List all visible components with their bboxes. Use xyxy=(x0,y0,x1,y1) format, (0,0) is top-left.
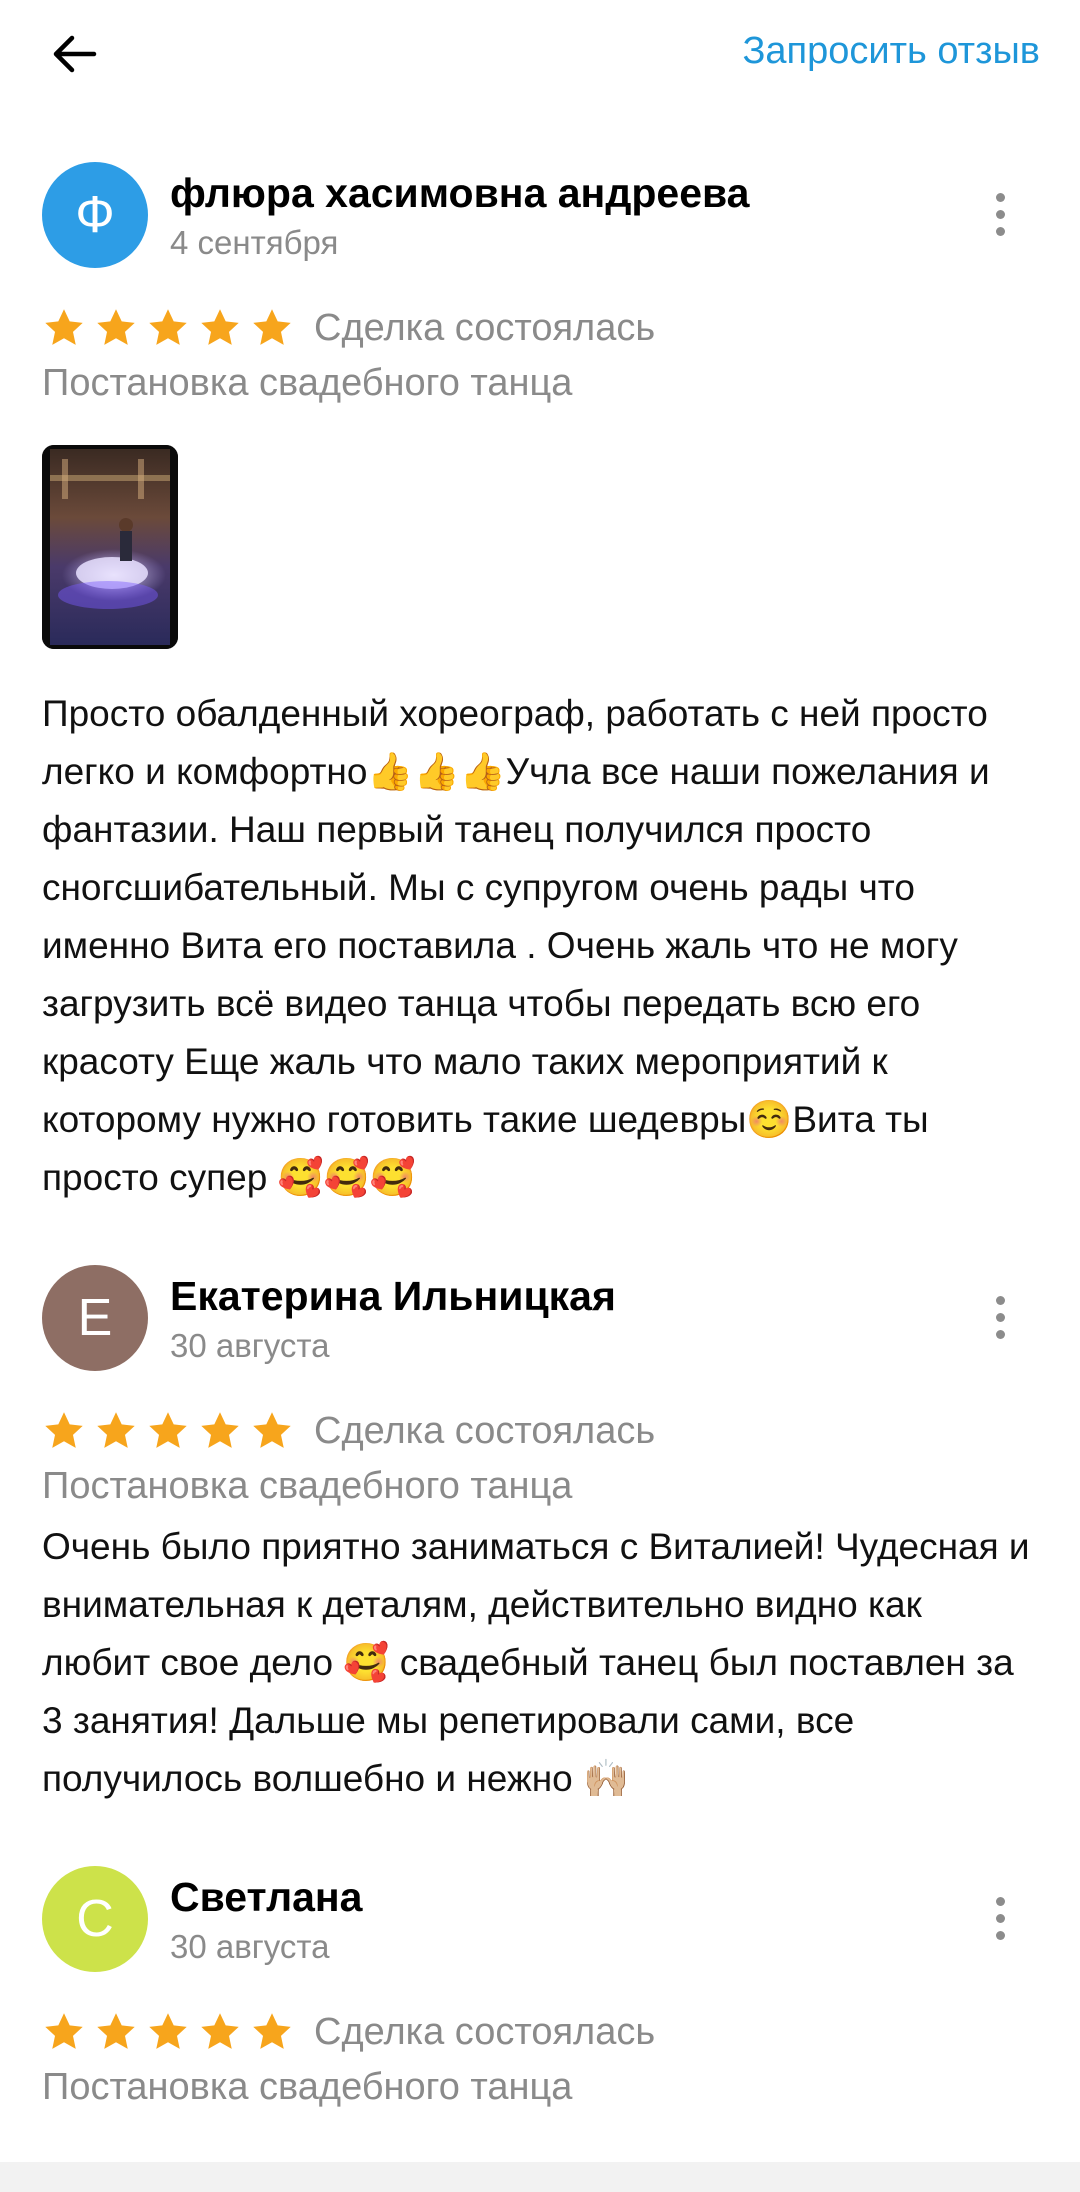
star-rating xyxy=(42,2010,294,2054)
star-icon xyxy=(45,1412,83,1448)
star-icon xyxy=(201,1412,239,1448)
star-icon xyxy=(97,309,135,345)
review-photo-thumbnail[interactable] xyxy=(42,445,178,649)
back-button[interactable] xyxy=(42,22,106,86)
review-card: Е Екатерина Ильницкая 30 августа Сделка … xyxy=(0,1265,1080,1808)
dot-icon xyxy=(995,1896,1005,1906)
star-icon xyxy=(253,2013,291,2049)
arrow-left-icon xyxy=(53,35,97,73)
service-name: Постановка свадебного танца xyxy=(42,1465,573,1507)
dot-icon xyxy=(995,209,1005,219)
dance-photo-image xyxy=(42,445,178,649)
star-icon xyxy=(149,2013,187,2049)
review-header: Е Екатерина Ильницкая 30 августа xyxy=(42,1265,1038,1375)
service-name: Постановка свадебного танца xyxy=(42,362,573,404)
star-icon xyxy=(253,309,291,345)
review-text: Просто обалденный хореограф, работать с … xyxy=(42,693,1000,1198)
star-icon xyxy=(149,1412,187,1448)
dot-icon xyxy=(995,1913,1005,1923)
author-name[interactable]: флюра хасимовна андреева xyxy=(170,170,749,217)
review-date: 30 августа xyxy=(170,1327,330,1364)
star-icon xyxy=(149,309,187,345)
author-name[interactable]: Екатерина Ильницкая xyxy=(170,1273,616,1320)
star-rating xyxy=(42,306,294,350)
avatar[interactable]: Ф xyxy=(42,162,148,268)
review-date: 4 сентября xyxy=(170,224,339,261)
star-rating xyxy=(42,1409,294,1453)
dot-icon xyxy=(995,1329,1005,1339)
review-card: С Светлана 30 августа Сделка состоялась … xyxy=(0,1866,1080,2109)
service-name: Постановка свадебного танца xyxy=(42,2066,573,2108)
deal-status: Сделка состоялась xyxy=(314,306,656,349)
dot-icon xyxy=(995,1295,1005,1305)
dot-icon xyxy=(995,1312,1005,1322)
star-icon xyxy=(253,1412,291,1448)
dot-icon xyxy=(995,1930,1005,1940)
avatar[interactable]: С xyxy=(42,1866,148,1972)
rating-row: Сделка состоялась xyxy=(42,1403,1038,1459)
star-icon xyxy=(201,309,239,345)
more-options-button[interactable] xyxy=(980,184,1020,244)
review-card: Ф флюра хасимовна андреева 4 сентября Сд… xyxy=(0,162,1080,1207)
avatar[interactable]: Е xyxy=(42,1265,148,1371)
review-date: 30 августа xyxy=(170,1928,330,1965)
review-header: С Светлана 30 августа xyxy=(42,1866,1038,1976)
deal-status: Сделка состоялась xyxy=(314,1409,656,1452)
star-icon xyxy=(45,309,83,345)
star-icon xyxy=(201,2013,239,2049)
author-name[interactable]: Светлана xyxy=(170,1874,363,1921)
top-bar: Запросить отзыв xyxy=(0,0,1080,110)
more-options-button[interactable] xyxy=(980,1287,1020,1347)
review-text: Очень было приятно заниматься с Виталией… xyxy=(42,1526,1040,1799)
bottom-bar-edge xyxy=(0,2162,1080,2192)
review-header: Ф флюра хасимовна андреева 4 сентября xyxy=(42,162,1038,272)
deal-status: Сделка состоялась xyxy=(314,2010,656,2053)
star-icon xyxy=(97,2013,135,2049)
dot-icon xyxy=(995,192,1005,202)
request-review-link[interactable]: Запросить отзыв xyxy=(742,30,1040,73)
star-icon xyxy=(45,2013,83,2049)
star-icon xyxy=(97,1412,135,1448)
more-options-button[interactable] xyxy=(980,1888,1020,1948)
rating-row: Сделка состоялась xyxy=(42,300,1038,356)
rating-row: Сделка состоялась xyxy=(42,2004,1038,2060)
dot-icon xyxy=(995,226,1005,236)
